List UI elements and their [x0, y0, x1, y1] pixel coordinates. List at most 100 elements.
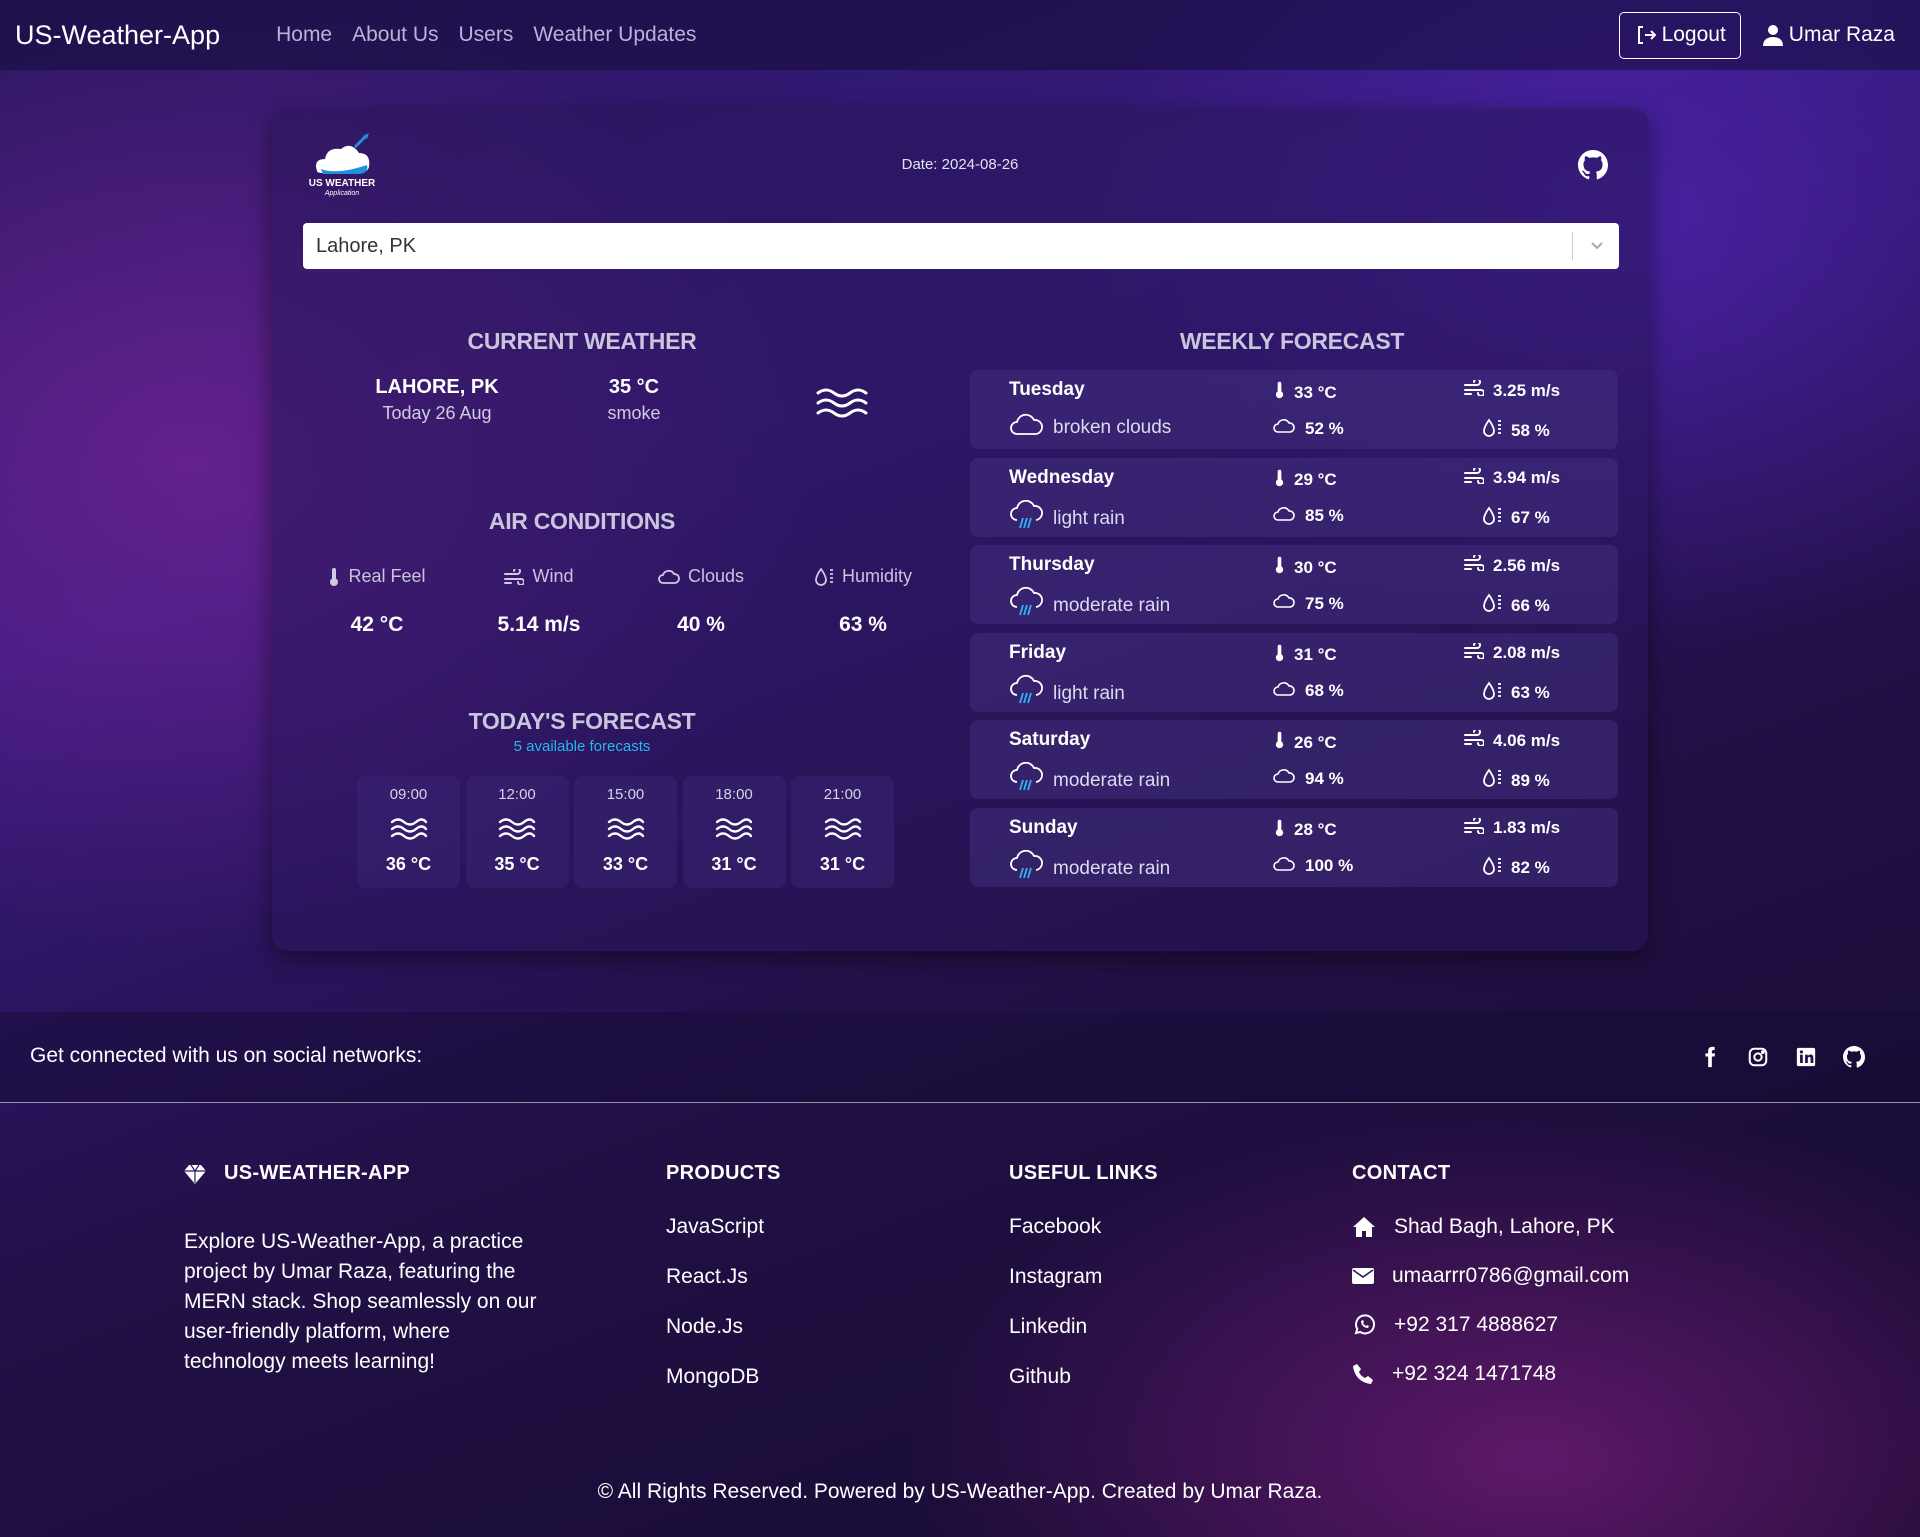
- forecast-wind-block: 4.06 m/s: [1464, 728, 1560, 751]
- contact-phone[interactable]: +92 324 1471748: [1392, 1362, 1556, 1386]
- forecast-humidity: 67 %: [1511, 508, 1550, 527]
- haze-icon: [497, 818, 537, 847]
- humidity-icon: [815, 566, 833, 586]
- forecast-clouds: 68 %: [1305, 681, 1344, 700]
- forecast-day: Thursday: [1009, 554, 1095, 575]
- current-city: LAHORE, PK Today 26 Aug: [352, 376, 522, 424]
- nav-weather-updates[interactable]: Weather Updates: [533, 23, 696, 47]
- forecast-humidity-block: 89 %: [1482, 768, 1550, 793]
- forecast-temp-block: 30 °C: [1274, 555, 1337, 580]
- chevron-down-icon[interactable]: [1587, 235, 1607, 255]
- contact-whatsapp[interactable]: +92 317 4888627: [1394, 1313, 1558, 1337]
- link-linkedin[interactable]: Linkedin: [1009, 1315, 1158, 1339]
- humidity-icon: [1482, 768, 1502, 793]
- real-feel-value: 42 °C: [350, 613, 404, 636]
- logo-subtext: Application: [324, 190, 360, 197]
- github-footer-icon[interactable]: [1843, 1046, 1865, 1068]
- forecast-clouds-block: 85 %: [1272, 506, 1344, 527]
- forecast-humidity-block: 82 %: [1482, 855, 1550, 881]
- real-feel: Real Feel 42 °C: [312, 566, 442, 637]
- contact-address: Shad Bagh, Lahore, PK: [1394, 1215, 1615, 1238]
- forecast-clouds: 94 %: [1305, 768, 1344, 788]
- copyright: © All Rights Reserved. Powered by US-Wea…: [597, 1480, 1323, 1503]
- forecast-wind: 2.08 m/s: [1493, 643, 1561, 662]
- forecast-day: Saturday: [1009, 729, 1091, 750]
- forecast-temp-block: 29 °C: [1274, 468, 1337, 493]
- forecast-clouds-block: 94 %: [1272, 768, 1344, 789]
- hourly-forecast-item: 12:00 35 °C: [465, 776, 569, 888]
- haze-icon: [606, 818, 646, 847]
- social-bar: Get connected with us on social networks…: [0, 1012, 1920, 1103]
- nav-home[interactable]: Home: [276, 23, 332, 47]
- hourly-forecast-item: 21:00 31 °C: [791, 776, 894, 888]
- nav-users[interactable]: Users: [459, 23, 514, 47]
- product-javascript[interactable]: JavaScript: [666, 1215, 781, 1239]
- forecast-desc: moderate rain: [1053, 595, 1171, 616]
- product-react[interactable]: React.Js: [666, 1265, 781, 1289]
- weekly-forecast-row: Sunday moderate rain 28 °C 1.83 m/s 100 % 82 …: [970, 807, 1618, 888]
- logout-label: Logout: [1661, 23, 1726, 46]
- cloud-icon: [1272, 593, 1296, 614]
- product-mongodb[interactable]: MongoDB: [666, 1365, 781, 1389]
- city-select[interactable]: Lahore, PK: [303, 223, 1619, 269]
- forecast-desc: broken clouds: [1053, 417, 1172, 438]
- brand[interactable]: US-Weather-App: [15, 20, 220, 51]
- contact-email[interactable]: umaarrr0786@gmail.com: [1392, 1264, 1629, 1288]
- instagram-icon[interactable]: [1747, 1046, 1769, 1068]
- thermometer-icon: [1274, 468, 1285, 493]
- clouds-label: Clouds: [687, 566, 745, 586]
- cloud-icon: [1009, 412, 1045, 444]
- humidity: Humidity 63 %: [798, 566, 928, 637]
- current-temp: 35 °C: [608, 376, 660, 398]
- footer-contact-title: CONTACT: [1352, 1162, 1451, 1184]
- wind-icon: [1464, 553, 1485, 576]
- logout-icon: [1637, 26, 1656, 44]
- nav-about[interactable]: About Us: [352, 23, 438, 47]
- forecast-desc-block: moderate rain: [1009, 849, 1171, 888]
- link-instagram[interactable]: Instagram: [1009, 1265, 1158, 1289]
- clouds-value: 40 %: [677, 613, 725, 636]
- link-github[interactable]: Github: [1009, 1365, 1158, 1389]
- forecast-desc-block: broken clouds: [1009, 412, 1171, 444]
- current-city-name: LAHORE, PK: [375, 376, 499, 398]
- forecast-clouds: 85 %: [1305, 506, 1344, 525]
- real-feel-label: Real Feel: [348, 566, 426, 586]
- product-node[interactable]: Node.Js: [666, 1315, 781, 1339]
- hourly-forecast-item: 09:00 36 °C: [357, 776, 460, 888]
- forecast-humidity: 58 %: [1511, 420, 1550, 440]
- weekly-forecast-row: Saturday moderate rain 26 °C 4.06 m/s 94 % 89…: [970, 720, 1618, 799]
- forecast-temp-block: 26 °C: [1274, 730, 1337, 755]
- forecast-wind: 3.25 m/s: [1493, 380, 1561, 400]
- current-desc: smoke: [607, 403, 661, 423]
- forecast-clouds: 75 %: [1305, 593, 1344, 613]
- forecast-desc: light rain: [1053, 682, 1125, 704]
- current-date: Today 26 Aug: [382, 403, 492, 423]
- thermometer-icon: [1274, 730, 1285, 755]
- logout-button[interactable]: Logout: [1618, 11, 1741, 59]
- forecast-temp-block: 28 °C: [1274, 818, 1337, 843]
- wind-value: 5.14 m/s: [497, 613, 581, 636]
- facebook-icon[interactable]: [1699, 1046, 1721, 1068]
- link-facebook[interactable]: Facebook: [1009, 1215, 1158, 1239]
- weekly-forecast-row: Friday light rain 31 °C 2.08 m/s 68 % 63 %: [970, 632, 1618, 712]
- current-temp-block: 35 °C smoke: [574, 376, 694, 424]
- cloud-icon: [1272, 768, 1296, 789]
- user-name: Umar Raza: [1788, 23, 1895, 46]
- user-icon: [1762, 25, 1783, 46]
- forecast-desc: moderate rain: [1053, 857, 1171, 879]
- footer-about-title: US-WEATHER-APP: [224, 1162, 411, 1184]
- wind-icon: [1464, 728, 1485, 751]
- forecast-humidity: 89 %: [1511, 770, 1550, 790]
- forecast-temp: 30 °C: [1294, 557, 1337, 577]
- linkedin-icon[interactable]: [1795, 1046, 1817, 1068]
- forecast-clouds-block: 75 %: [1272, 593, 1344, 614]
- haze-icon: [823, 818, 863, 847]
- github-icon[interactable]: [1578, 150, 1608, 180]
- user-menu[interactable]: Umar Raza: [1762, 23, 1895, 47]
- wind-icon: [1464, 465, 1485, 489]
- forecast-temp: 33 °C: [1294, 382, 1337, 402]
- forecast-temp-block: 31 °C: [1274, 643, 1337, 668]
- thermometer-icon: [1274, 643, 1285, 668]
- forecast-day: Sunday: [1009, 816, 1078, 838]
- cloud-icon: [658, 569, 680, 584]
